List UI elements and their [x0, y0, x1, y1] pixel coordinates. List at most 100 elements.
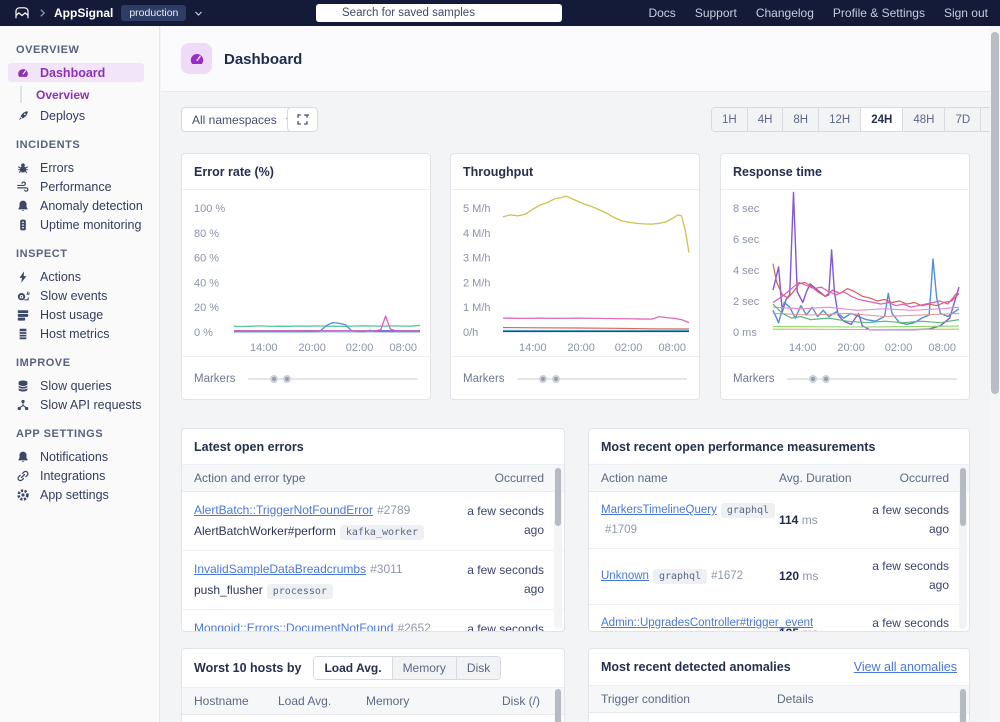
sidebar-item-integrations[interactable]: Integrations — [16, 466, 159, 485]
toggle-disk[interactable]: Disk — [457, 657, 500, 679]
scrollbar-thumb[interactable] — [555, 468, 561, 526]
marker-timeline[interactable] — [787, 378, 957, 380]
fullscreen-button[interactable] — [287, 107, 318, 132]
svg-text:100 %: 100 % — [194, 203, 225, 215]
time-range-8h[interactable]: 8H — [783, 108, 819, 131]
table-scrollbar[interactable] — [959, 466, 967, 629]
svg-text:0 ms: 0 ms — [733, 327, 757, 339]
svg-text:5 M/h: 5 M/h — [463, 203, 491, 215]
sidebar-item-host-metrics[interactable]: Host metrics — [16, 324, 159, 343]
time-range-7d[interactable]: 7D — [945, 108, 981, 131]
sidebar-item-host-usage[interactable]: Host usage — [16, 305, 159, 324]
chevron-right-icon — [39, 8, 46, 18]
chart-title: Throughput — [451, 154, 699, 190]
table-row: AlertBatch::TriggerNotFoundError#2789 Al… — [182, 492, 564, 551]
error-link[interactable]: InvalidSampleDataBreadcrumbs — [194, 562, 366, 576]
nav-link-support[interactable]: Support — [695, 6, 737, 20]
marker-dot[interactable] — [539, 375, 547, 383]
sidebar-item-performance[interactable]: Performance — [16, 177, 159, 196]
traffic-light-icon — [16, 218, 30, 232]
marker-dot[interactable] — [270, 375, 278, 383]
sidebar-item-slow-queries[interactable]: Slow queries — [16, 376, 159, 395]
svg-text:14:00: 14:00 — [789, 342, 817, 354]
scrollbar-thumb[interactable] — [960, 689, 966, 722]
marker-dot[interactable] — [283, 375, 291, 383]
search-input[interactable] — [316, 4, 562, 22]
nav-link-docs[interactable]: Docs — [648, 6, 675, 20]
marker-timeline[interactable] — [517, 378, 687, 380]
svg-text:1 M/h: 1 M/h — [463, 302, 491, 314]
occurred-timestamp: a few seconds ago — [865, 614, 949, 632]
gear-icon — [16, 488, 30, 502]
nav-link-sign-out[interactable]: Sign out — [944, 6, 988, 20]
page-scrollbar[interactable] — [990, 26, 1000, 722]
time-range-12h[interactable]: 12H — [819, 108, 861, 131]
table-scrollbar[interactable] — [959, 687, 967, 722]
occurred-timestamp: a few seconds ago — [460, 620, 544, 632]
occurred-timestamp: a few seconds ago — [460, 561, 544, 599]
time-range-1h[interactable]: 1H — [712, 108, 748, 131]
sidebar-item-deploys[interactable]: Deploys — [16, 106, 159, 125]
action-link[interactable]: Unknown — [601, 570, 649, 582]
svg-text:20:00: 20:00 — [567, 342, 595, 354]
page-header: Dashboard — [161, 26, 990, 92]
environment-badge[interactable]: production — [121, 5, 186, 21]
table-scrollbar[interactable] — [554, 466, 562, 629]
sidebar-item-slow-api-requests[interactable]: Slow API requests — [16, 395, 159, 414]
table-header: Action name Avg. Duration Occurred — [589, 465, 969, 492]
response-time-chart[interactable]: 8 sec6 sec4 sec2 sec0 ms14:0020:0002:000… — [721, 190, 969, 356]
svg-text:0 %: 0 % — [194, 327, 213, 339]
markers-row: Markers — [451, 356, 699, 400]
appsignal-logo-icon[interactable] — [13, 5, 31, 21]
view-all-anomalies-link[interactable]: View all anomalies — [854, 660, 957, 674]
time-range-48h[interactable]: 48H — [903, 108, 945, 131]
scrollbar-thumb[interactable] — [960, 468, 966, 526]
toggle-memory[interactable]: Memory — [393, 657, 457, 679]
scrollbar-thumb[interactable] — [555, 689, 561, 722]
svg-text:6 sec: 6 sec — [733, 234, 760, 246]
sidebar-item-anomaly-detection[interactable]: Anomaly detection — [16, 196, 159, 215]
sidebar-item-uptime-monitoring[interactable]: Uptime monitoring — [16, 215, 159, 234]
sidebar-item-overview-sub[interactable]: Overview — [20, 85, 159, 104]
sidebar-item-dashboard[interactable]: Dashboard — [8, 63, 144, 82]
bug-icon — [16, 161, 30, 175]
svg-text:0/h: 0/h — [463, 327, 478, 339]
svg-text:14:00: 14:00 — [519, 342, 547, 354]
scrollbar-thumb[interactable] — [991, 32, 999, 394]
marker-dot[interactable] — [552, 375, 560, 383]
sidebar-item-errors[interactable]: Errors — [16, 158, 159, 177]
page-title: Dashboard — [224, 51, 302, 68]
occurred-timestamp: a few seconds ago — [865, 557, 949, 595]
avg-duration: 125 ms — [779, 626, 865, 632]
error-rate-chart[interactable]: 100 %80 %60 %40 %20 %0 %14:0020:0002:000… — [182, 190, 430, 356]
app-name[interactable]: AppSignal — [54, 6, 113, 20]
action-link[interactable]: MarkersTimelineQuery — [601, 504, 717, 516]
nav-link-changelog[interactable]: Changelog — [756, 6, 814, 20]
namespace-badge: graphql — [721, 503, 775, 518]
time-range-24h[interactable]: 24H — [861, 108, 903, 131]
barrel-icon — [16, 327, 30, 341]
toggle-load-avg[interactable]: Load Avg. — [314, 657, 392, 679]
table-scrollbar[interactable] — [554, 687, 562, 722]
table-header: Hostname Load Avg. Memory Disk (/) — [182, 688, 564, 715]
sidebar-item-actions[interactable]: Actions — [16, 267, 159, 286]
error-link[interactable]: Mongoid::Errors::DocumentNotFound — [194, 621, 393, 632]
database-icon — [16, 379, 30, 393]
error-link[interactable]: AlertBatch::TriggerNotFoundError — [194, 503, 373, 517]
sidebar-item-app-settings[interactable]: App settings — [16, 485, 159, 504]
sidebar-item-slow-events[interactable]: Slow events — [16, 286, 159, 305]
chevron-down-icon[interactable] — [194, 10, 203, 17]
sidebar-item-notifications[interactable]: Notifications — [16, 447, 159, 466]
indent-guide — [20, 86, 22, 103]
nav-link-profile-settings[interactable]: Profile & Settings — [833, 6, 925, 20]
throughput-chart[interactable]: 5 M/h4 M/h3 M/h2 M/h1 M/h0/h14:0020:0002… — [451, 190, 699, 356]
table-row: Mongoid::Errors::DocumentNotFound#2652 V… — [182, 610, 564, 632]
marker-timeline[interactable] — [248, 378, 418, 380]
navbar-links: Docs Support Changelog Profile & Setting… — [648, 0, 988, 26]
wind-icon — [16, 180, 30, 194]
marker-dot[interactable] — [809, 375, 817, 383]
time-range-4h[interactable]: 4H — [748, 108, 784, 131]
top-navbar: AppSignal production Docs Support Change… — [0, 0, 1000, 26]
svg-text:02:00: 02:00 — [885, 342, 913, 354]
marker-dot[interactable] — [822, 375, 830, 383]
